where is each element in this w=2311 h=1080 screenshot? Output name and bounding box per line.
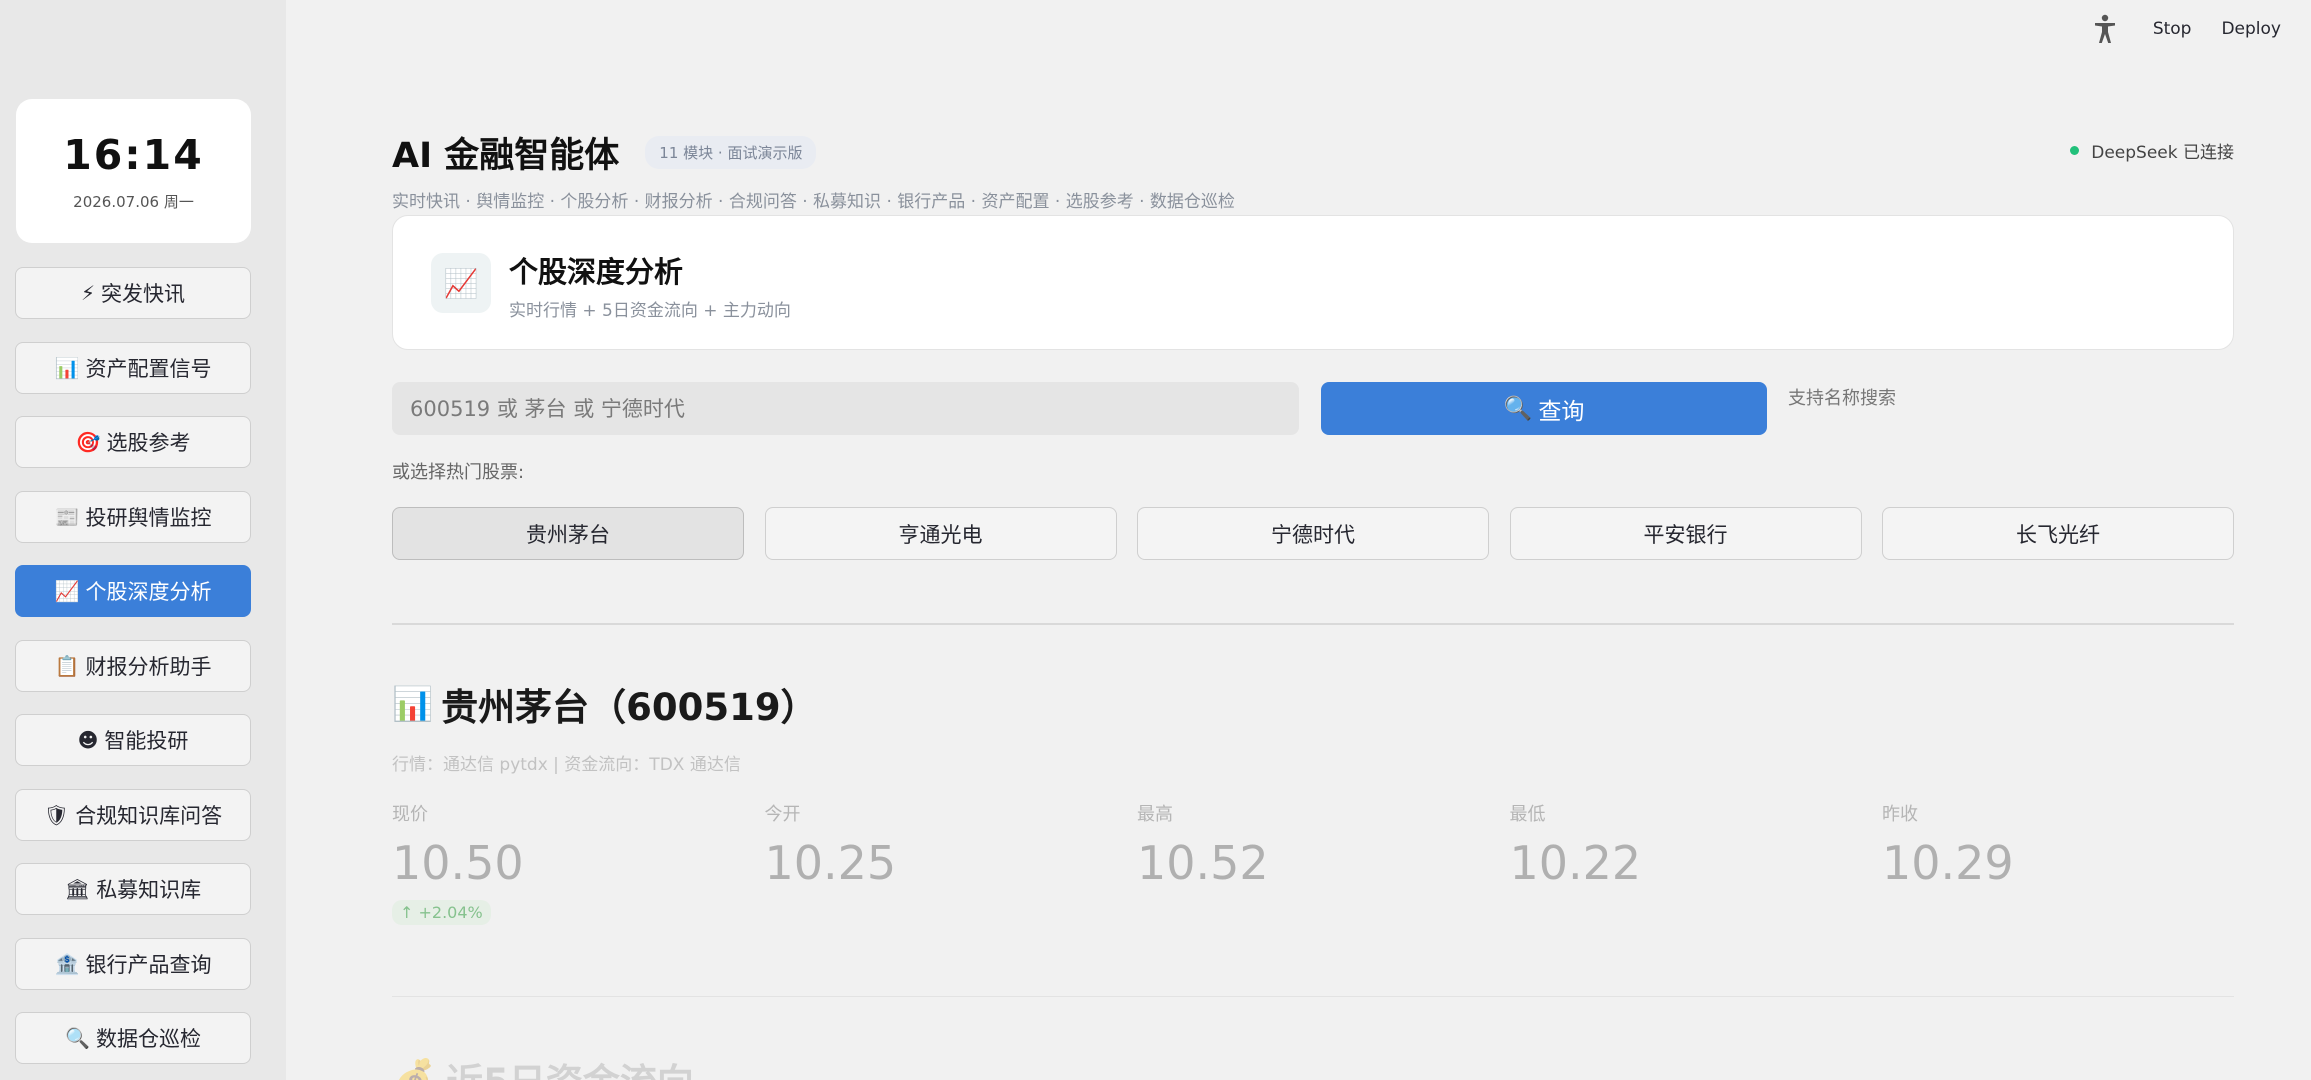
hot-stock-button[interactable]: 贵州茅台 [392,507,744,560]
metric-delta-badge: ↑ +2.04% [392,900,491,925]
lightning-icon: ⚡ [80,281,96,305]
query-button[interactable]: 🔍 查询 [1321,382,1767,435]
clock-card: 16:14 2026.07.06 周一 [16,99,251,243]
module-title: 个股深度分析 [509,255,684,289]
sidebar-item-label: 合规知识库问答 [75,803,223,828]
smiley-icon: ☻ [77,728,99,752]
sidebar-item-label: 投研舆情监控 [85,505,212,530]
sidebar: 16:14 2026.07.06 周一 ⚡ 突发快讯 📊 资产配置信号 🎯 选股参考 📰 投研… [0,0,286,1080]
sidebar-item-10[interactable]: 🔍 数据仓巡检 [15,1012,251,1064]
sidebar-item-label: 财报分析助手 [85,654,212,679]
sidebar-item-label: 选股参考 [106,431,191,455]
sidebar-item-3[interactable]: 📰 投研舆情监控 [15,490,251,543]
bar-chart-icon: 📊 [392,684,434,723]
sidebar-item-label: 银行产品查询 [85,952,212,977]
sidebar-item-label: 私募知识库 [96,878,202,902]
clock-date: 2026.07.06 周一 [73,192,194,211]
hot-stock-button[interactable]: 宁德时代 [1137,507,1489,560]
connection-status-label: DeepSeek 已连接 [2091,143,2234,163]
hot-stock-button[interactable]: 长飞光纤 [1882,507,2234,560]
metric-label: 最低 [1509,804,1546,825]
sidebar-item-label: 资产配置信号 [85,356,212,381]
bank-building-icon: 🏛 [64,877,91,901]
metric-card: 昨收 10.29 [1882,800,2182,890]
target-icon: 🎯 [75,430,101,454]
sidebar-item-1[interactable]: 📊 资产配置信号 [15,341,251,394]
status-dot-icon [2070,146,2080,155]
main-content: AI 金融智能体 11 模块 · 面试演示版 DeepSeek 已连接 实时快讯… [392,0,2234,1080]
metric-value: 10.29 [1882,836,2014,890]
stock-heading: 📊 贵州茅台（600519） [392,677,818,731]
stock-search-input[interactable] [392,382,1299,435]
shield-icon: 🛡 [43,802,70,827]
sidebar-item-9[interactable]: 🏦 银行产品查询 [15,937,251,990]
metric-value: 10.52 [1137,836,1269,890]
trending-up-icon: 📈 [54,579,80,603]
hot-stocks-label: 或选择热门股票: [392,462,525,483]
sidebar-item-label: 突发快讯 [101,282,186,306]
bar-chart-icon: 📊 [54,355,80,380]
query-button-label: 查询 [1538,398,1585,425]
search-hint: 支持名称搜索 [1788,388,1896,409]
sidebar-item-4[interactable]: 📈 个股深度分析 [15,565,251,617]
sidebar-item-8[interactable]: 🏛 私募知识库 [15,863,251,915]
sidebar-item-0[interactable]: ⚡ 突发快讯 [15,267,251,319]
metric-value: 10.22 [1509,836,1642,890]
money-bag-icon: 💰 [392,1057,439,1080]
metric-label: 今开 [764,804,801,825]
sidebar-item-label: 数据仓巡检 [95,1027,201,1051]
metric-card: 最低 10.22 [1510,800,1810,890]
clock-time: 16:14 [63,130,204,179]
sidebar-item-label: 智能投研 [104,729,189,753]
module-header-card: 📈 个股深度分析 实时行情 + 5日资金流向 + 主力动向 [392,215,2234,350]
fund-flow-title: 近5日资金流向 [446,1052,694,1080]
connection-status: DeepSeek 已连接 [2070,138,2234,163]
hot-stock-button[interactable]: 平安银行 [1509,507,1862,560]
trending-up-icon: 📈 [431,253,491,313]
module-count-badge: 11 模块 · 面试演示版 [645,136,817,169]
metric-value: 10.50 [392,836,524,890]
page-title: AI 金融智能体 [392,136,620,176]
sidebar-item-2[interactable]: 🎯 选股参考 [15,416,251,468]
sidebar-item-7[interactable]: 🛡 合规知识库问答 [15,788,251,841]
section-divider [392,623,2234,625]
module-subtitle: 实时行情 + 5日资金流向 + 主力动向 [509,301,791,321]
metric-card: 现价 10.50 ↑ +2.04% [392,800,692,925]
metric-label: 最高 [1137,804,1173,825]
hot-stock-button[interactable]: 亨通光电 [764,507,1117,560]
stock-title: 贵州茅台（600519） [441,686,818,729]
app-root: 16:14 2026.07.06 周一 ⚡ 突发快讯 📊 资产配置信号 🎯 选股参考 📰 投研… [0,0,2311,1080]
search-icon: 🔍 [1503,396,1533,422]
clipboard-icon: 📋 [54,653,80,678]
section-divider-2 [392,996,2234,997]
title-row: AI 金融智能体 11 模块 · 面试演示版 [392,127,817,178]
metric-card: 最高 10.52 [1137,800,1437,890]
metric-card: 今开 10.25 [765,800,1065,890]
search-icon: 🔍 [65,1026,90,1050]
metric-label: 现价 [392,804,428,825]
data-source-line: 行情：通达信 pytdx | 资金流向：TDX 通达信 [392,755,741,775]
newspaper-icon: 📰 [54,504,80,529]
metric-value: 10.25 [764,836,897,890]
sidebar-item-label: 个股深度分析 [85,580,212,604]
module-subnav: 实时快讯 · 舆情监控 · 个股分析 · 财报分析 · 合规问答 · 私募知识 … [392,192,1235,212]
fund-flow-heading: 💰 近5日资金流向 [392,1052,694,1080]
sidebar-item-5[interactable]: 📋 财报分析助手 [15,639,251,692]
sidebar-item-6[interactable]: ☻ 智能投研 [15,714,251,766]
bank-icon: 🏦 [54,951,80,976]
metric-label: 昨收 [1882,804,1918,825]
